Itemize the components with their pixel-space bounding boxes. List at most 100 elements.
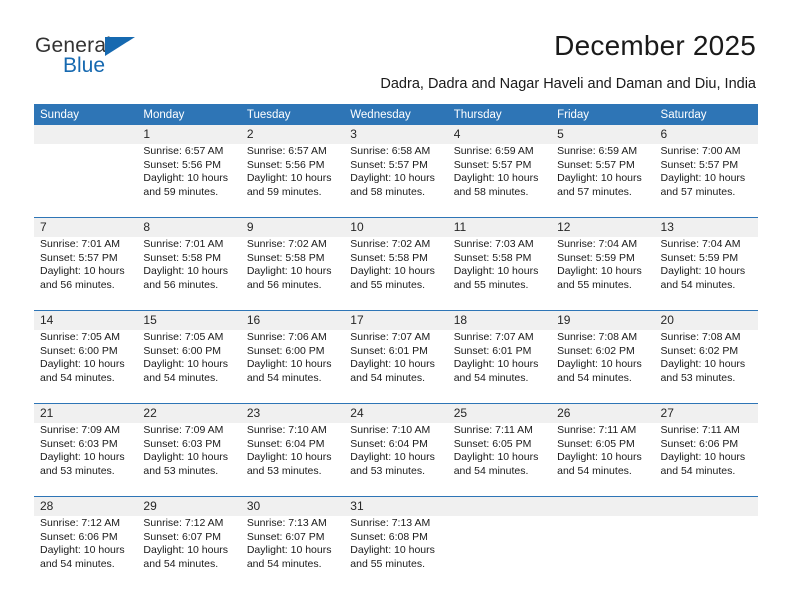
daylight-text-line2: and 53 minutes. xyxy=(660,371,736,384)
sunset-text: Sunset: 5:59 PM xyxy=(660,251,739,264)
day-number[interactable] xyxy=(447,496,552,516)
daylight-text-line2: and 53 minutes. xyxy=(350,464,425,477)
day-cell[interactable]: Sunrise: 7:11 AM Sunset: 6:05 PM Dayligh… xyxy=(551,423,655,488)
daylight-text-line2: and 55 minutes. xyxy=(350,557,425,570)
daylight-text-line2: and 55 minutes. xyxy=(557,278,632,291)
day-cell[interactable]: Sunrise: 7:09 AM Sunset: 6:03 PM Dayligh… xyxy=(34,423,138,488)
calendar-body: 1 2 3 4 5 6 Sunrise: 6:57 AM Sunset: 5:5… xyxy=(34,125,758,589)
day-cell[interactable]: Sunrise: 7:01 AM Sunset: 5:57 PM Dayligh… xyxy=(34,237,138,302)
sunset-text: Sunset: 6:05 PM xyxy=(453,437,532,450)
day-cell[interactable]: Sunrise: 7:08 AM Sunset: 6:02 PM Dayligh… xyxy=(654,330,758,395)
day-number[interactable]: 11 xyxy=(447,217,552,237)
sunrise-text: Sunrise: 7:04 AM xyxy=(660,238,741,250)
day-cell[interactable] xyxy=(34,144,138,209)
day-number[interactable]: 28 xyxy=(34,496,138,516)
day-cell[interactable]: Sunrise: 7:04 AM Sunset: 5:59 PM Dayligh… xyxy=(551,237,655,302)
day-number[interactable]: 23 xyxy=(240,403,345,423)
sunrise-text: Sunrise: 7:02 AM xyxy=(350,238,431,250)
day-number[interactable] xyxy=(34,125,138,144)
day-cell[interactable]: Sunrise: 7:10 AM Sunset: 6:04 PM Dayligh… xyxy=(240,423,345,488)
day-cell[interactable]: Sunrise: 7:12 AM Sunset: 6:06 PM Dayligh… xyxy=(34,516,138,581)
day-number[interactable]: 10 xyxy=(344,217,448,237)
calendar-grid: Sunday Monday Tuesday Wednesday Thursday… xyxy=(34,104,758,589)
day-number[interactable]: 7 xyxy=(34,217,138,237)
daylight-text-line2: and 57 minutes. xyxy=(660,185,736,198)
day-number[interactable]: 2 xyxy=(240,125,345,144)
day-cell[interactable]: Sunrise: 7:01 AM Sunset: 5:58 PM Dayligh… xyxy=(137,237,241,302)
day-number[interactable]: 8 xyxy=(137,217,241,237)
day-number[interactable]: 18 xyxy=(447,310,552,330)
sunset-text: Sunset: 6:00 PM xyxy=(40,344,118,357)
day-cell[interactable]: Sunrise: 7:05 AM Sunset: 6:00 PM Dayligh… xyxy=(137,330,241,395)
daylight-text-line2: and 54 minutes. xyxy=(557,371,632,384)
day-cell[interactable]: Sunrise: 7:11 AM Sunset: 6:05 PM Dayligh… xyxy=(447,423,552,488)
day-number[interactable]: 25 xyxy=(447,403,552,423)
day-cell[interactable]: Sunrise: 6:59 AM Sunset: 5:57 PM Dayligh… xyxy=(447,144,552,209)
day-number[interactable]: 19 xyxy=(551,310,655,330)
day-cell[interactable]: Sunrise: 7:13 AM Sunset: 6:07 PM Dayligh… xyxy=(240,516,345,581)
sunset-text: Sunset: 6:01 PM xyxy=(453,344,532,357)
day-cell[interactable]: Sunrise: 7:07 AM Sunset: 6:01 PM Dayligh… xyxy=(344,330,448,395)
day-cell[interactable]: Sunrise: 7:09 AM Sunset: 6:03 PM Dayligh… xyxy=(137,423,241,488)
day-number[interactable]: 5 xyxy=(551,125,655,144)
day-cell[interactable]: Sunrise: 6:57 AM Sunset: 5:56 PM Dayligh… xyxy=(240,144,345,209)
day-cell[interactable]: Sunrise: 7:04 AM Sunset: 5:59 PM Dayligh… xyxy=(654,237,758,302)
day-number[interactable]: 1 xyxy=(137,125,241,144)
week-separator-line xyxy=(34,581,758,589)
brand-logo[interactable]: General Blue xyxy=(35,34,215,86)
day-cell[interactable]: Sunrise: 7:02 AM Sunset: 5:58 PM Dayligh… xyxy=(344,237,448,302)
day-number[interactable]: 30 xyxy=(240,496,345,516)
day-cell[interactable]: Sunrise: 7:07 AM Sunset: 6:01 PM Dayligh… xyxy=(447,330,552,395)
day-cell[interactable]: Sunrise: 7:00 AM Sunset: 5:57 PM Dayligh… xyxy=(654,144,758,209)
sunrise-text: Sunrise: 7:09 AM xyxy=(143,424,224,436)
day-number[interactable]: 26 xyxy=(551,403,655,423)
sunset-text: Sunset: 5:58 PM xyxy=(246,251,325,264)
day-cell[interactable]: Sunrise: 6:59 AM Sunset: 5:57 PM Dayligh… xyxy=(551,144,655,209)
day-cell[interactable] xyxy=(447,516,552,581)
sunset-text: Sunset: 6:07 PM xyxy=(246,530,325,543)
day-cell[interactable]: Sunrise: 7:12 AM Sunset: 6:07 PM Dayligh… xyxy=(137,516,241,581)
day-number[interactable]: 9 xyxy=(240,217,345,237)
day-cell[interactable]: Sunrise: 7:08 AM Sunset: 6:02 PM Dayligh… xyxy=(551,330,655,395)
daylight-text-line2: and 54 minutes. xyxy=(660,278,736,291)
day-number[interactable]: 3 xyxy=(344,125,448,144)
sunrise-text: Sunrise: 7:12 AM xyxy=(143,517,224,529)
day-number[interactable]: 17 xyxy=(344,310,448,330)
day-cell[interactable] xyxy=(551,516,655,581)
day-cell[interactable]: Sunrise: 7:03 AM Sunset: 5:58 PM Dayligh… xyxy=(447,237,552,302)
day-cell[interactable]: Sunrise: 7:13 AM Sunset: 6:08 PM Dayligh… xyxy=(344,516,448,581)
sunrise-text: Sunrise: 7:01 AM xyxy=(40,238,120,250)
day-number[interactable] xyxy=(654,496,758,516)
day-number[interactable]: 12 xyxy=(551,217,655,237)
day-cell[interactable]: Sunrise: 7:11 AM Sunset: 6:06 PM Dayligh… xyxy=(654,423,758,488)
week-separator xyxy=(34,302,758,311)
week-row-details: Sunrise: 6:57 AM Sunset: 5:56 PM Dayligh… xyxy=(34,144,758,209)
day-number[interactable]: 14 xyxy=(34,310,138,330)
daylight-text-line2: and 54 minutes. xyxy=(246,371,322,384)
day-cell[interactable]: Sunrise: 6:57 AM Sunset: 5:56 PM Dayligh… xyxy=(137,144,241,209)
daylight-text-line2: and 58 minutes. xyxy=(350,185,425,198)
day-cell[interactable]: Sunrise: 7:10 AM Sunset: 6:04 PM Dayligh… xyxy=(344,423,448,488)
day-cell[interactable]: Sunrise: 6:58 AM Sunset: 5:57 PM Dayligh… xyxy=(344,144,448,209)
day-cell[interactable]: Sunrise: 7:05 AM Sunset: 6:00 PM Dayligh… xyxy=(34,330,138,395)
daylight-text-line1: Daylight: 10 hours xyxy=(350,544,435,557)
day-number[interactable]: 24 xyxy=(344,403,448,423)
day-number[interactable]: 15 xyxy=(137,310,241,330)
day-cell[interactable] xyxy=(654,516,758,581)
day-number[interactable]: 20 xyxy=(654,310,758,330)
sunset-text: Sunset: 5:58 PM xyxy=(350,251,428,264)
day-number[interactable]: 4 xyxy=(447,125,552,144)
day-cell[interactable]: Sunrise: 7:06 AM Sunset: 6:00 PM Dayligh… xyxy=(240,330,345,395)
day-cell[interactable]: Sunrise: 7:02 AM Sunset: 5:58 PM Dayligh… xyxy=(240,237,345,302)
day-number[interactable]: 31 xyxy=(344,496,448,516)
daylight-text-line2: and 54 minutes. xyxy=(40,557,115,570)
day-number[interactable]: 13 xyxy=(654,217,758,237)
day-number[interactable]: 6 xyxy=(654,125,758,144)
day-number[interactable]: 29 xyxy=(137,496,241,516)
day-number[interactable]: 21 xyxy=(34,403,138,423)
weekday-header-wednesday: Wednesday xyxy=(344,104,448,125)
day-number[interactable]: 16 xyxy=(240,310,345,330)
day-number[interactable] xyxy=(551,496,655,516)
day-number[interactable]: 27 xyxy=(654,403,758,423)
day-number[interactable]: 22 xyxy=(137,403,241,423)
